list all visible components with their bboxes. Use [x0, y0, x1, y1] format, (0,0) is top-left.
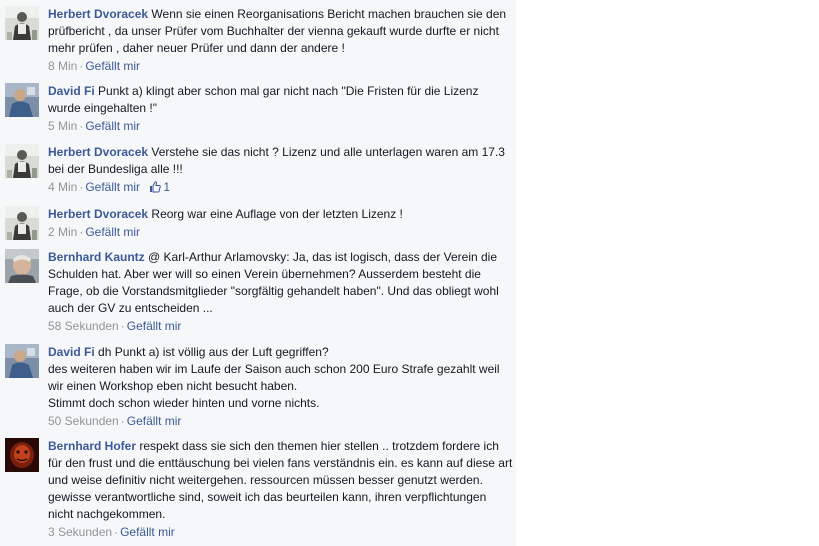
avatar[interactable] — [5, 344, 39, 378]
profile-photo-icon — [5, 206, 39, 240]
profile-photo-icon — [5, 144, 39, 178]
comment-text: Punkt a) klingt aber schon mal gar nicht… — [48, 84, 479, 115]
like-link[interactable]: Gefällt mir — [127, 414, 182, 428]
comment-text-line: des weiteren haben wir im Laufe der Sais… — [48, 362, 500, 393]
avatar[interactable] — [5, 438, 39, 472]
comment-timestamp[interactable]: 8 Min — [48, 59, 77, 73]
avatar[interactable] — [5, 249, 39, 283]
comment-meta: 4 Min · Gefällt mir 1 — [48, 179, 514, 198]
like-link[interactable]: Gefällt mir — [85, 119, 140, 133]
profile-photo-icon — [5, 249, 39, 283]
comment-author[interactable]: Bernhard Kauntz — [48, 250, 145, 264]
comment-text: Reorg war eine Auflage von der letzten L… — [151, 207, 403, 221]
like-link[interactable]: Gefällt mir — [85, 59, 140, 73]
avatar[interactable] — [5, 206, 39, 240]
avatar[interactable] — [5, 83, 39, 117]
comment-meta: 8 Min · Gefällt mir — [48, 58, 514, 75]
like-link[interactable]: Gefällt mir — [85, 180, 140, 194]
comment-author[interactable]: Herbert Dvoracek — [48, 207, 148, 221]
meta-separator: · — [120, 414, 125, 428]
comment-meta: 50 Sekunden · Gefällt mir — [48, 413, 514, 430]
comment-author[interactable]: Herbert Dvoracek — [48, 145, 148, 159]
comment-feed: Herbert Dvoracek Wenn sie einen Reorgani… — [0, 0, 516, 546]
comment-author[interactable]: Herbert Dvoracek — [48, 7, 148, 21]
comment-timestamp[interactable]: 5 Min — [48, 119, 77, 133]
comment-timestamp[interactable]: 4 Min — [48, 180, 77, 194]
comment-meta: 2 Min · Gefällt mir — [48, 224, 514, 241]
profile-photo-icon — [5, 83, 39, 117]
comment-author[interactable]: David Fi — [48, 84, 95, 98]
comment-timestamp[interactable]: 50 Sekunden — [48, 414, 119, 428]
comment-text-line: Stimmt doch schon wieder hinten und vorn… — [48, 396, 320, 410]
comment-timestamp[interactable]: 2 Min — [48, 225, 77, 239]
comment-meta: 58 Sekunden · Gefällt mir — [48, 318, 514, 335]
like-link[interactable]: Gefällt mir — [120, 525, 175, 539]
thumbs-up-icon[interactable] — [149, 181, 162, 198]
comment-meta: 3 Sekunden · Gefällt mir — [48, 524, 514, 541]
like-link[interactable]: Gefällt mir — [127, 319, 182, 333]
meta-separator: · — [114, 525, 119, 539]
like-link[interactable]: Gefällt mir — [85, 225, 140, 239]
comment-text: dh Punkt a) ist völlig aus der Luft gegr… — [98, 345, 329, 359]
avatar[interactable] — [5, 6, 39, 40]
comment-author[interactable]: Bernhard Hofer — [48, 439, 136, 453]
avatar[interactable] — [5, 144, 39, 178]
comment-timestamp[interactable]: 3 Sekunden — [48, 525, 112, 539]
profile-photo-icon — [5, 438, 39, 472]
meta-separator: · — [120, 319, 125, 333]
profile-photo-icon — [5, 6, 39, 40]
comment-author[interactable]: David Fi — [48, 345, 95, 359]
comment-meta: 5 Min · Gefällt mir — [48, 118, 514, 135]
comment-timestamp[interactable]: 58 Sekunden — [48, 319, 119, 333]
profile-photo-icon — [5, 344, 39, 378]
like-count[interactable]: 1 — [163, 180, 170, 194]
